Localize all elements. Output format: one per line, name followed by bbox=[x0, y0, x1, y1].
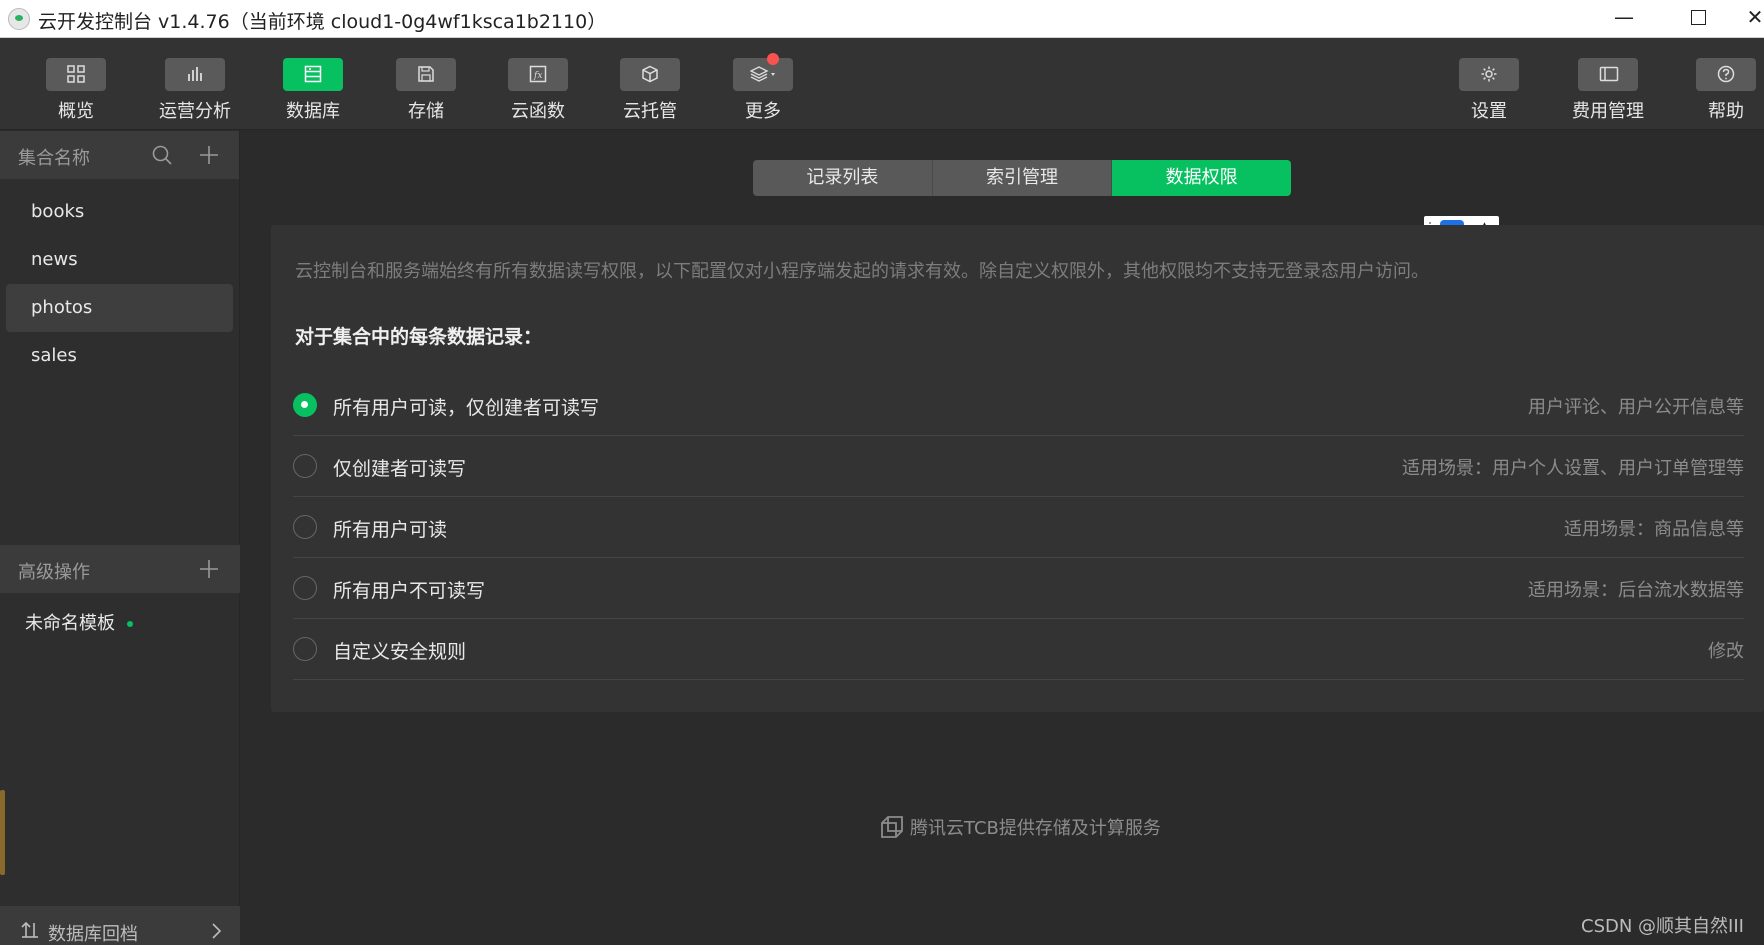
tab-indexes[interactable]: 索引管理 bbox=[932, 160, 1113, 196]
sidebar: 集合名称 books news photos sales 高级操作 未命名模板 … bbox=[0, 131, 240, 945]
add-template-icon[interactable] bbox=[198, 558, 220, 580]
advanced-operations-header: 高级操作 bbox=[0, 545, 240, 593]
permission-option[interactable]: 自定义安全规则 修改 bbox=[293, 619, 1744, 680]
toolbar-storage-button[interactable]: 存储 bbox=[381, 58, 471, 123]
radio[interactable] bbox=[293, 454, 317, 478]
permission-option[interactable]: 所有用户可读 适用场景：商品信息等 bbox=[293, 497, 1744, 558]
title-bar: 云开发控制台 v1.4.76（当前环境 cloud1-0g4wf1ksca1b2… bbox=[0, 0, 1764, 38]
toolbar-functions-button[interactable]: fx 云函数 bbox=[493, 58, 583, 123]
cube-icon bbox=[620, 58, 680, 91]
collection-item[interactable]: books bbox=[6, 188, 233, 236]
permissions-panel: 云控制台和服务端始终有所有数据读写权限，以下配置仅对小程序端发起的请求有效。除自… bbox=[271, 225, 1764, 712]
app-icon bbox=[8, 8, 30, 30]
radio-checked[interactable] bbox=[293, 393, 317, 417]
tab-bar: 记录列表 索引管理 数据权限 bbox=[753, 160, 1291, 196]
radio[interactable] bbox=[293, 515, 317, 539]
chevron-right-icon bbox=[210, 922, 222, 944]
layers-icon bbox=[733, 53, 793, 91]
toolbar-billing-button[interactable]: 费用管理 bbox=[1563, 58, 1653, 123]
function-icon: fx bbox=[508, 58, 568, 91]
window-edge-handle bbox=[0, 790, 5, 875]
close-button[interactable]: ✕ bbox=[1740, 0, 1764, 36]
bar-chart-icon bbox=[165, 58, 225, 91]
help-icon bbox=[1696, 58, 1756, 91]
toolbar: 概览 运营分析 数据库 存储 fx 云函数 云托管 更多 设置 费用管理 帮助 bbox=[0, 38, 1764, 130]
radio[interactable] bbox=[293, 576, 317, 600]
collection-item-selected[interactable]: photos bbox=[6, 284, 233, 332]
search-icon[interactable] bbox=[151, 144, 173, 166]
wallet-icon bbox=[1578, 58, 1638, 91]
tab-records[interactable]: 记录列表 bbox=[753, 160, 933, 196]
toolbar-help-button[interactable]: 帮助 bbox=[1681, 58, 1764, 123]
permission-option[interactable]: 所有用户不可读写 适用场景：后台流水数据等 bbox=[293, 558, 1744, 619]
collections-header: 集合名称 bbox=[0, 131, 239, 179]
database-rollback-button[interactable]: 数据库回档 bbox=[0, 906, 240, 945]
sort-arrows-icon bbox=[20, 920, 40, 944]
footer-brand: 腾讯云TCB提供存储及计算服务 bbox=[880, 814, 1161, 840]
window-title: 云开发控制台 v1.4.76（当前环境 cloud1-0g4wf1ksca1b2… bbox=[38, 11, 607, 33]
toolbar-settings-button[interactable]: 设置 bbox=[1444, 58, 1534, 123]
radio[interactable] bbox=[293, 637, 317, 661]
notification-badge bbox=[767, 53, 779, 65]
permission-option[interactable]: 仅创建者可读写 适用场景：用户个人设置、用户订单管理等 bbox=[293, 436, 1744, 497]
grid-icon bbox=[46, 58, 106, 91]
minimize-button[interactable]: — bbox=[1596, 0, 1652, 36]
status-dot bbox=[127, 621, 133, 627]
toolbar-more-button[interactable]: 更多 bbox=[718, 53, 808, 123]
tab-permissions[interactable]: 数据权限 bbox=[1112, 160, 1291, 196]
collection-item[interactable]: news bbox=[6, 236, 233, 284]
floppy-disk-icon bbox=[396, 58, 456, 91]
toolbar-hosting-button[interactable]: 云托管 bbox=[605, 58, 695, 123]
template-item[interactable]: 未命名模板 bbox=[25, 609, 133, 635]
maximize-button[interactable] bbox=[1670, 0, 1726, 36]
toolbar-analytics-button[interactable]: 运营分析 bbox=[150, 58, 240, 123]
edit-rules-link[interactable]: 修改 bbox=[1708, 637, 1744, 663]
toolbar-database-button[interactable]: 数据库 bbox=[268, 58, 358, 123]
maximize-icon bbox=[1690, 10, 1706, 25]
permission-option[interactable]: 所有用户可读，仅创建者可读写 用户评论、用户公开信息等 bbox=[293, 375, 1744, 436]
section-title: 对于集合中的每条数据记录： bbox=[295, 326, 543, 348]
add-collection-icon[interactable] bbox=[198, 144, 220, 166]
svg-text:fx: fx bbox=[533, 71, 542, 81]
permission-notice: 云控制台和服务端始终有所有数据读写权限，以下配置仅对小程序端发起的请求有效。除自… bbox=[295, 261, 1429, 282]
gear-icon bbox=[1459, 58, 1519, 91]
watermark: CSDN @顺其自然III bbox=[1581, 916, 1744, 937]
collection-item[interactable]: sales bbox=[6, 332, 233, 380]
tencent-cloud-logo-icon bbox=[881, 816, 903, 838]
database-icon bbox=[283, 58, 343, 91]
toolbar-overview-button[interactable]: 概览 bbox=[31, 58, 121, 123]
